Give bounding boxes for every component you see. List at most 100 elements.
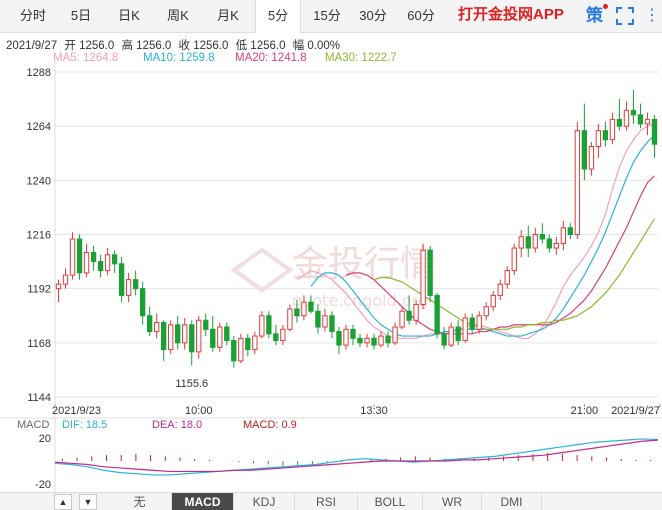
indicator-tab-wr[interactable]: WR <box>423 493 482 510</box>
candle-body <box>560 227 567 245</box>
price-tick-label: 1216 <box>27 230 51 242</box>
candle-body <box>392 326 398 344</box>
candle-body <box>546 238 552 249</box>
indicator-tab-无[interactable]: 无 <box>108 493 172 510</box>
candle-body <box>118 263 125 296</box>
candle-body <box>315 310 321 328</box>
candle-body <box>553 243 560 249</box>
candle-body <box>616 118 623 127</box>
candle-body <box>62 274 69 285</box>
candle-body <box>525 236 531 249</box>
candle-body <box>322 315 328 328</box>
candle-body <box>125 279 132 296</box>
more-icon[interactable]: ⋮ <box>644 6 660 26</box>
candle-body <box>132 279 139 290</box>
candle-body <box>153 322 160 333</box>
ma20-label: MA20: 1241.8 <box>235 52 307 64</box>
watermark-brand: 金投行情 <box>292 244 436 285</box>
price-tick-label: 1144 <box>27 392 51 404</box>
tab-分时[interactable]: 分时 <box>10 0 56 32</box>
candle-body <box>224 326 230 342</box>
macd-tick-label: 20 <box>39 433 51 445</box>
candle-body <box>252 335 258 351</box>
watermark: 金投行情 quote.cngold.org <box>230 244 436 310</box>
candle-body <box>567 227 574 236</box>
candle-body <box>210 328 216 348</box>
fullscreen-icon[interactable] <box>616 7 634 25</box>
candle-body <box>511 247 517 272</box>
candle-body <box>196 319 202 353</box>
macd-dif-label: DIF: 18.5 <box>62 419 107 431</box>
price-tick-label: 1192 <box>27 284 51 296</box>
candle-body <box>595 130 602 147</box>
candle-body <box>343 328 349 346</box>
time-tick-label: 2021/9/27 <box>611 405 660 417</box>
time-tick-label: 2021/9/23 <box>52 405 101 417</box>
tab-5日[interactable]: 5日 <box>61 0 101 32</box>
tab-60分[interactable]: 60分 <box>401 0 441 32</box>
candle-body <box>280 328 286 342</box>
kline-chart: 金投行情 quote.cngold.org 1288 1264 1240 1216 11… <box>0 60 662 492</box>
candle-body <box>371 337 377 346</box>
scroll-up-button[interactable]: ▲ <box>54 494 72 510</box>
indicator-tab-bar: ▲ ▼ 无 MACD KDJ RSI BOLL WR DMI <box>0 492 662 510</box>
candle-body <box>273 333 279 342</box>
candle-body <box>287 308 293 330</box>
candle-body <box>266 315 272 335</box>
candle-body <box>637 114 644 125</box>
candle-body <box>90 252 97 263</box>
candle-body <box>602 130 609 141</box>
extreme-label: 1155.6 <box>175 378 208 390</box>
candle-body <box>532 234 538 249</box>
indicator-tab-macd[interactable]: MACD <box>172 493 234 510</box>
candle-body <box>588 145 595 170</box>
candle-body <box>294 308 300 317</box>
candle-body <box>203 319 209 330</box>
candle-body <box>111 254 118 265</box>
candle-body <box>189 324 195 353</box>
indicator-tab-dmi[interactable]: DMI <box>482 493 542 510</box>
ma5-label: MA5: 1264.8 <box>53 52 119 64</box>
candle-body <box>483 306 489 317</box>
candle-body <box>630 109 637 116</box>
candle-body <box>518 236 524 249</box>
indicator-tab-kdj[interactable]: KDJ <box>234 493 295 510</box>
quote-high: 高 1256.0 <box>121 40 172 52</box>
candle-body <box>462 317 468 342</box>
price-tick-label: 1264 <box>27 121 51 133</box>
quote-line: 2021/9/27 开 1256.0 高 1256.0 收 1256.0 低 1… <box>6 37 344 53</box>
candle-body <box>364 337 370 344</box>
candle-body <box>406 310 412 321</box>
candle-body <box>448 326 454 346</box>
tab-周K[interactable]: 周K <box>158 0 198 32</box>
candle-body <box>69 238 76 276</box>
tab-日K[interactable]: 日K <box>109 0 149 32</box>
candle-body <box>308 301 314 312</box>
price-tick-label: 1240 <box>27 175 51 187</box>
candle-body <box>581 130 588 170</box>
candle-body <box>301 301 307 317</box>
tab-30分[interactable]: 30分 <box>353 0 393 32</box>
indicator-tab-boll[interactable]: BOLL <box>358 493 423 510</box>
open-app-link[interactable]: 打开金投网APP <box>458 0 564 32</box>
macd-title: MACD <box>17 419 49 431</box>
indicator-tab-rsi[interactable]: RSI <box>295 493 358 510</box>
quote-close: 收 1256.0 <box>178 40 229 52</box>
kline-widget: 金投行情 quote.cngold.org 1288 1264 1240 1216 11… <box>0 0 662 510</box>
tab-月K[interactable]: 月K <box>208 0 248 32</box>
candle-body <box>175 324 181 344</box>
quote-open: 开 1256.0 <box>64 40 115 52</box>
candle-body <box>259 315 265 337</box>
candle-body <box>574 130 581 235</box>
scroll-down-button[interactable]: ▼ <box>79 494 97 510</box>
candle-body <box>217 326 223 348</box>
tab-15分[interactable]: 15分 <box>307 0 347 32</box>
candle-body <box>455 326 461 342</box>
tab-5分[interactable]: 5分 <box>255 0 301 33</box>
candle-body <box>357 337 363 344</box>
candle-body <box>490 294 496 308</box>
candle-body <box>83 252 90 274</box>
candle-body <box>55 283 62 290</box>
candle-body <box>413 303 419 321</box>
notification-dot <box>603 4 608 9</box>
